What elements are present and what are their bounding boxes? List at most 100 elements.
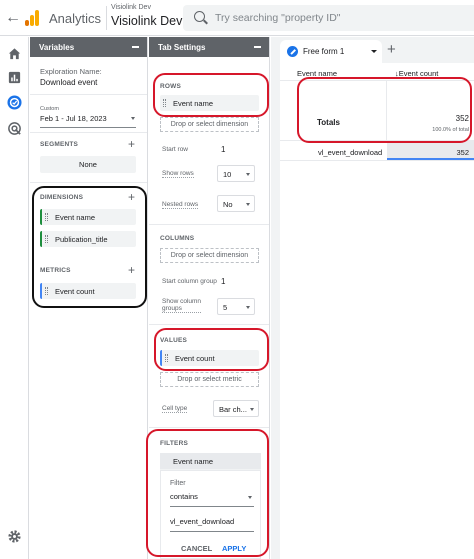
add-dimension-icon[interactable]: + [128, 191, 135, 203]
divider [149, 224, 269, 225]
add-metric-icon[interactable]: + [128, 264, 135, 276]
filter-chip-label: Event name [173, 457, 214, 466]
settings-gear-icon[interactable] [7, 529, 22, 544]
filter-editor: Event name Filter contains vl_event_down… [160, 453, 261, 559]
drag-handle-icon[interactable] [45, 287, 48, 295]
add-segment-icon[interactable]: + [128, 138, 135, 150]
metric-chip-label: Event count [55, 287, 95, 296]
tab-settings-title: Tab Settings [158, 43, 206, 52]
reports-icon[interactable] [7, 70, 22, 85]
show-column-groups-label: Show column groups [162, 298, 202, 313]
cell-type-value: Bar ch... [219, 405, 247, 414]
column-header-metric[interactable]: ↓Event count [395, 69, 438, 78]
metric-chip[interactable]: Event count [40, 283, 136, 299]
chevron-down-icon[interactable] [371, 50, 377, 53]
variables-header: Variables [30, 37, 147, 57]
dimension-chip-label: Publication_title [55, 235, 108, 244]
advertising-icon[interactable] [7, 121, 22, 136]
divider [30, 94, 147, 95]
add-tab-icon[interactable]: + [387, 41, 396, 58]
nested-rows-select[interactable]: No [217, 195, 255, 212]
values-chip[interactable]: Event count [160, 350, 259, 366]
drag-handle-icon[interactable] [163, 99, 166, 107]
date-range-selector[interactable]: Feb 1 - Jul 18, 2023 [40, 114, 136, 128]
exploration-name-input[interactable]: Download event [40, 78, 97, 87]
divider [149, 324, 269, 325]
divider [106, 6, 107, 30]
filter-match-value: contains [170, 492, 198, 501]
collapse-variables-icon[interactable] [132, 46, 139, 48]
nested-rows-value: No [223, 200, 233, 209]
cell-type-select[interactable]: Bar ch... [213, 400, 259, 417]
tab-free-form-1[interactable]: Free form 1 [280, 40, 382, 63]
start-column-group-input[interactable]: 1 [221, 277, 225, 286]
rows-chip[interactable]: Event name [160, 95, 259, 111]
totals-value: 352 [455, 114, 469, 123]
search-bar[interactable]: Try searching "property ID" [183, 5, 474, 31]
dimension-chip[interactable]: Publication_title [40, 231, 136, 247]
left-nav [0, 37, 29, 559]
metrics-label: METRICS [40, 267, 71, 274]
divider [30, 182, 147, 183]
apply-button[interactable]: APPLY [222, 544, 246, 553]
row-metric-value: 352 [456, 148, 469, 157]
rows-chip-label: Event name [173, 99, 214, 108]
cell-type-label: Cell type [162, 405, 188, 413]
filter-form: Filter contains vl_event_download CANCEL… [160, 470, 261, 559]
drag-handle-icon[interactable] [45, 235, 48, 243]
row-dimension-value[interactable]: vl_event_download [318, 148, 382, 157]
values-drop-zone[interactable]: Drop or select metric [160, 372, 259, 387]
rows-drop-zone[interactable]: Drop or select dimension [160, 117, 259, 132]
collapse-tab-settings-icon[interactable] [254, 46, 261, 48]
show-rows-label: Show rows [162, 170, 194, 178]
dimension-chip[interactable]: Event name [40, 209, 136, 225]
divider [280, 80, 474, 81]
explore-icon[interactable] [7, 95, 22, 110]
report-table: Event name ↓Event count Totals 352 100.0… [280, 63, 474, 559]
chevron-down-icon [246, 203, 250, 206]
filter-chip[interactable]: Event name [160, 453, 261, 469]
tab-bar: Free form 1 + [271, 37, 474, 63]
filter-match-select[interactable]: contains [170, 492, 254, 507]
show-rows-select[interactable]: 10 [217, 165, 255, 182]
show-column-groups-value: 5 [223, 303, 228, 312]
rows-label: ROWS [160, 83, 182, 90]
product-name: Analytics [49, 11, 102, 26]
chevron-down-icon [246, 173, 250, 176]
start-column-group-label: Start column group [162, 278, 217, 285]
search-icon [194, 11, 205, 22]
top-bar: ← Analytics Visiolink Dev Visiolink Dev … [0, 0, 474, 36]
cancel-button[interactable]: CANCEL [181, 544, 212, 553]
columns-drop-zone[interactable]: Drop or select dimension [160, 248, 259, 263]
start-row-input[interactable]: 1 [221, 145, 225, 154]
filter-value-input[interactable]: vl_event_download [170, 517, 254, 532]
search-input[interactable]: Try searching "property ID" [215, 12, 341, 24]
nested-rows-label: Nested rows [162, 201, 199, 209]
drag-handle-icon[interactable] [45, 213, 48, 221]
filters-label: FILTERS [160, 440, 188, 447]
home-icon[interactable] [7, 46, 22, 61]
show-column-groups-label-line2: groups [162, 305, 182, 312]
date-custom-label: Custom [40, 106, 59, 112]
totals-percent: 100.0% of total [432, 127, 469, 133]
tab-settings-header: Tab Settings [149, 37, 269, 57]
analytics-logo-icon[interactable] [25, 10, 39, 26]
drag-handle-icon[interactable] [165, 354, 168, 362]
back-arrow-icon[interactable]: ← [4, 9, 22, 27]
variables-title: Variables [39, 43, 75, 52]
property-selector[interactable]: Visiolink Dev [111, 14, 182, 28]
show-column-groups-select[interactable]: 5 [217, 298, 255, 315]
divider [30, 132, 147, 133]
totals-label: Totals [317, 118, 340, 127]
tab-settings-panel: Tab Settings ROWS Event name Drop or sel… [149, 37, 270, 559]
column-header-dimension[interactable]: Event name [297, 69, 337, 78]
columns-label: COLUMNS [160, 235, 195, 242]
chevron-down-icon [131, 117, 135, 120]
segments-none[interactable]: None [40, 156, 136, 173]
account-label[interactable]: Visiolink Dev [111, 4, 151, 11]
divider [149, 427, 269, 428]
dimension-chip-label: Event name [55, 213, 96, 222]
values-chip-label: Event count [175, 354, 215, 363]
dimensions-label: DIMENSIONS [40, 194, 84, 201]
chevron-down-icon [248, 496, 252, 499]
